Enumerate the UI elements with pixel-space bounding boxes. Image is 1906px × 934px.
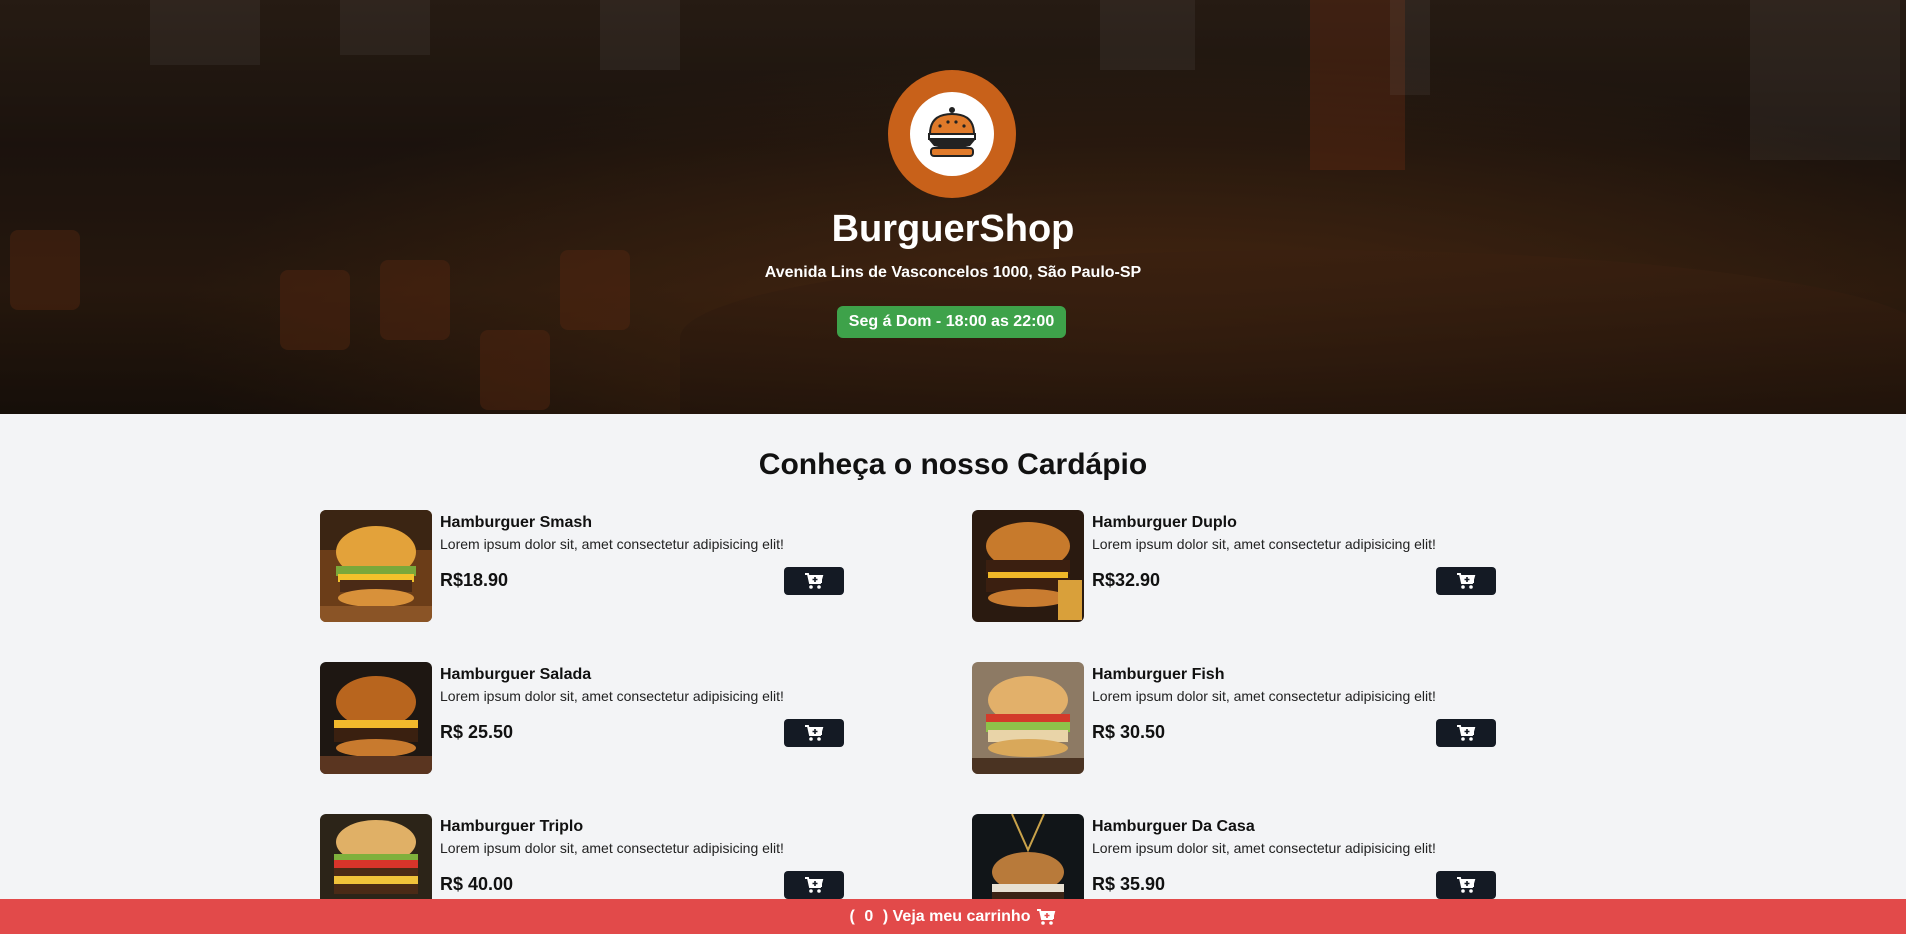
opening-hours-badge: Seg á Dom - 18:00 as 22:00 [837,306,1066,338]
menu-item-description: Lorem ipsum dolor sit, amet consectetur … [1092,536,1436,552]
burger-photo [972,510,1084,622]
add-to-cart-button[interactable] [784,567,844,595]
menu-item: Hamburguer Fish Lorem ipsum dolor sit, a… [972,662,1496,774]
menu-item-price: R$ 35.90 [1092,874,1166,894]
menu-item-description: Lorem ipsum dolor sit, amet consectetur … [1092,688,1436,704]
menu-item: Hamburguer Smash Lorem ipsum dolor sit, … [320,510,844,622]
add-to-cart-button[interactable] [784,871,844,899]
menu-item: Hamburguer Duplo Lorem ipsum dolor sit, … [972,510,1496,622]
menu-item-name: Hamburguer Da Casa [1092,818,1255,835]
menu-item-description: Lorem ipsum dolor sit, amet consectetur … [1092,840,1436,856]
burger-photo [972,662,1084,774]
menu-item-description: Lorem ipsum dolor sit, amet consectetur … [440,688,784,704]
add-to-cart-button[interactable] [1436,567,1496,595]
cart-plus-icon [805,573,824,589]
menu-item-price: R$32.90 [1092,570,1161,590]
menu-item-name: Hamburguer Triplo [440,818,584,835]
cart-count: 0 [864,907,874,925]
shop-name: BurguerShop [831,208,1075,250]
menu-item-price: R$18.90 [440,570,509,590]
menu-item-description: Lorem ipsum dolor sit, amet consectetur … [440,840,784,856]
burger-photo [320,510,432,622]
shop-logo [888,70,1016,198]
cart-plus-icon [1037,908,1056,925]
menu-item: Hamburguer Salada Lorem ipsum dolor sit,… [320,662,844,774]
menu-item-name: Hamburguer Smash [440,514,593,531]
burger-logo-icon [910,92,994,176]
add-to-cart-button[interactable] [1436,719,1496,747]
add-to-cart-button[interactable] [784,719,844,747]
cart-plus-icon [1457,573,1476,589]
menu-title: Conheça o nosso Cardápio [758,448,1148,481]
menu-item-description: Lorem ipsum dolor sit, amet consectetur … [440,536,784,552]
cart-plus-icon [1457,725,1476,741]
hero-banner: BurguerShop Avenida Lins de Vasconcelos … [0,0,1906,414]
menu-item-price: R$ 30.50 [1092,722,1166,742]
menu-item-name: Hamburguer Duplo [1092,514,1237,531]
cart-plus-icon [1457,877,1476,893]
cart-open-paren: ( [849,907,855,925]
shop-address: Avenida Lins de Vasconcelos 1000, São Pa… [764,264,1142,281]
view-cart-button[interactable]: ( 0 ) Veja meu carrinho [0,899,1906,934]
menu-item-name: Hamburguer Salada [440,666,592,683]
menu-item-price: R$ 40.00 [440,874,514,894]
cart-plus-icon [805,725,824,741]
cart-plus-icon [805,877,824,893]
menu-item-name: Hamburguer Fish [1092,666,1225,683]
add-to-cart-button[interactable] [1436,871,1496,899]
cart-label: ) Veja meu carrinho [882,907,1031,925]
menu-item-price: R$ 25.50 [440,722,514,742]
burger-photo [320,662,432,774]
